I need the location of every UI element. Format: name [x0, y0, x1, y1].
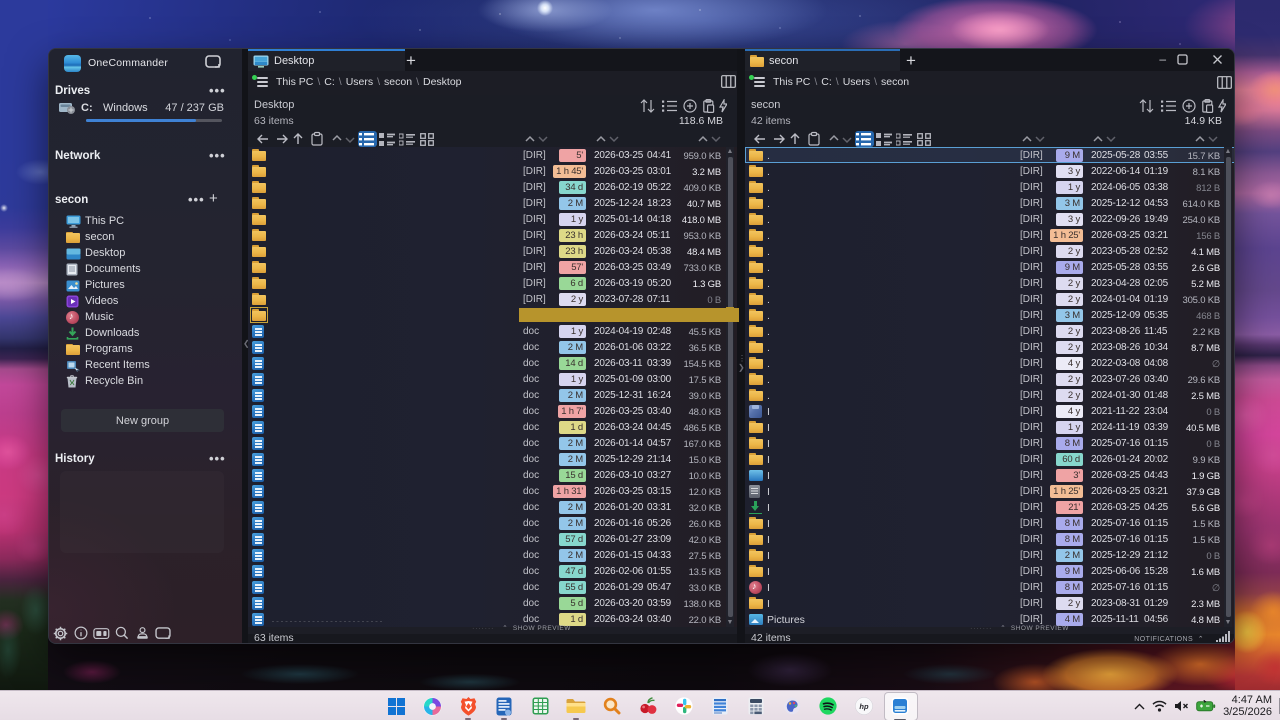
svg-text:hp: hp [859, 702, 869, 711]
